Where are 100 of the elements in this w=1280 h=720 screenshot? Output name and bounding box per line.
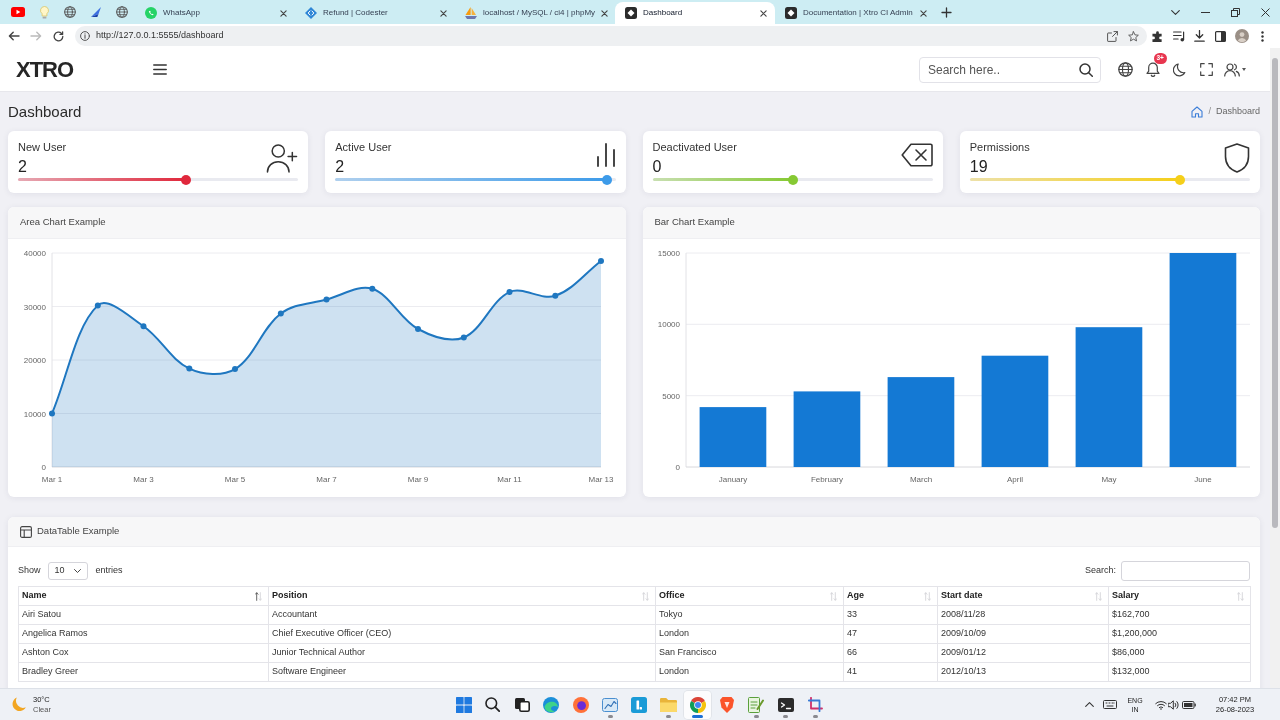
fullscreen-icon[interactable] [1200, 63, 1213, 76]
table-cell: 66 [843, 643, 938, 663]
puzzle-icon[interactable] [1152, 30, 1163, 42]
snip-tool-icon[interactable] [807, 697, 823, 712]
bell-icon[interactable] [1145, 62, 1160, 77]
browser-icon[interactable] [689, 696, 706, 713]
download-icon[interactable] [1194, 30, 1205, 42]
browser-tab[interactable]: Documentation | Xtro CI Admin [775, 2, 935, 24]
browser-tab[interactable]: Dashboard [615, 2, 775, 24]
axis-label: 10000 [657, 320, 680, 330]
caret-icon[interactable] [1242, 68, 1246, 71]
globe-icon[interactable] [1118, 62, 1133, 77]
terminal-icon[interactable] [777, 697, 794, 712]
battery-icon[interactable] [1182, 700, 1196, 709]
restore-icon[interactable] [1230, 7, 1240, 17]
close-icon[interactable] [1260, 7, 1270, 17]
search-field[interactable] [1121, 561, 1250, 581]
globe-icon[interactable] [64, 6, 76, 18]
table-cell: 2008/11/28 [937, 605, 1109, 625]
close-icon[interactable] [280, 9, 287, 17]
chart-window-icon[interactable] [602, 697, 619, 712]
chevron-up-icon[interactable] [1085, 702, 1094, 707]
card-title: DataTable Example [37, 524, 120, 539]
sidebar-icon[interactable] [1215, 30, 1226, 42]
chevron-down-icon[interactable] [1170, 9, 1180, 15]
logo-icon [785, 7, 797, 19]
data-point [552, 292, 559, 299]
stat-value: 2 [335, 157, 345, 177]
start-icon[interactable] [455, 696, 472, 713]
column-header[interactable]: Salary [1108, 586, 1251, 606]
data-point [277, 310, 284, 317]
keyboard-icon[interactable] [1103, 700, 1117, 709]
axis-label: Mar 9 [407, 475, 429, 484]
running-indicator-icon [692, 715, 704, 718]
notepad-icon[interactable] [748, 696, 765, 713]
column-header[interactable]: Age [843, 586, 938, 606]
playlist-icon[interactable] [1172, 30, 1185, 42]
table-cell: 33 [843, 605, 938, 625]
kite-icon[interactable] [90, 6, 102, 18]
wifi-icon[interactable] [1155, 699, 1167, 710]
globe-icon[interactable] [116, 6, 128, 18]
data-point [460, 334, 467, 341]
browser-tab[interactable]: Refund | Codester [295, 2, 455, 24]
column-header[interactable]: Start date [937, 586, 1109, 606]
close-icon[interactable] [920, 9, 927, 17]
data-point [186, 365, 193, 372]
menu-icon[interactable] [153, 64, 168, 75]
table-cell: Tokyo [655, 605, 844, 625]
entries-select[interactable]: 10 [47, 562, 88, 580]
column-header[interactable]: Name [18, 586, 269, 606]
share-icon[interactable] [1107, 30, 1118, 42]
column-header[interactable]: Position [268, 586, 656, 606]
axis-label: April [1006, 475, 1023, 484]
data-point [323, 296, 330, 303]
star-icon[interactable] [1128, 30, 1139, 42]
axis-label: 30000 [23, 302, 46, 312]
table-cell: Airi Satou [18, 605, 269, 625]
stat-label: New User [18, 140, 67, 154]
table-icon [20, 525, 32, 538]
address-bar[interactable]: http://127.0.0.1:5555/dashboard [75, 26, 1147, 46]
stat-label: Permissions [969, 140, 1030, 154]
task-view-icon[interactable] [514, 697, 530, 712]
close-icon[interactable] [440, 9, 447, 17]
speaker-icon[interactable] [1168, 699, 1179, 710]
search-field[interactable]: Search here.. [919, 56, 1101, 83]
users-icon[interactable] [1224, 62, 1240, 77]
search-icon[interactable] [485, 697, 501, 712]
axis-label: 0 [41, 463, 46, 472]
video-play-icon[interactable] [11, 7, 25, 17]
info-icon[interactable] [80, 31, 90, 41]
logo[interactable]: XTRO [16, 58, 74, 81]
column-header[interactable]: Office [655, 586, 844, 606]
data-point [232, 366, 238, 373]
axis-label: Mar 1 [41, 475, 63, 484]
back-arrow-icon[interactable] [8, 31, 20, 41]
backspace-icon [900, 143, 933, 167]
minimize-icon[interactable] [1200, 11, 1210, 13]
browser-icon[interactable] [572, 696, 589, 713]
close-icon[interactable] [760, 9, 767, 17]
moon-icon[interactable] [1173, 62, 1186, 77]
axis-label: 20000 [23, 356, 46, 365]
table-cell: 47 [843, 624, 938, 644]
app-tile-icon[interactable] [631, 696, 648, 713]
browser-tab[interactable]: localhost / MySQL / ci4 | phpMy [455, 2, 615, 24]
avatar-icon[interactable] [1234, 29, 1249, 43]
browser-icon[interactable] [543, 696, 560, 713]
shield-app-icon[interactable] [720, 696, 735, 713]
chevron-down-icon [73, 569, 81, 573]
running-indicator-icon [666, 715, 672, 718]
axis-label: Mar 7 [316, 475, 337, 484]
stat-value: 0 [652, 157, 662, 177]
search-icon[interactable] [1079, 62, 1093, 77]
browser-tab[interactable]: WhatsApp [135, 2, 295, 24]
reload-icon[interactable] [52, 30, 64, 42]
more-icon[interactable] [1261, 30, 1264, 42]
plus-icon[interactable] [941, 6, 952, 18]
scrollbar-thumb[interactable] [1272, 58, 1278, 528]
close-icon[interactable] [601, 9, 609, 17]
table-cell: $132,000 [1108, 662, 1251, 682]
home-icon[interactable] [1191, 106, 1204, 118]
